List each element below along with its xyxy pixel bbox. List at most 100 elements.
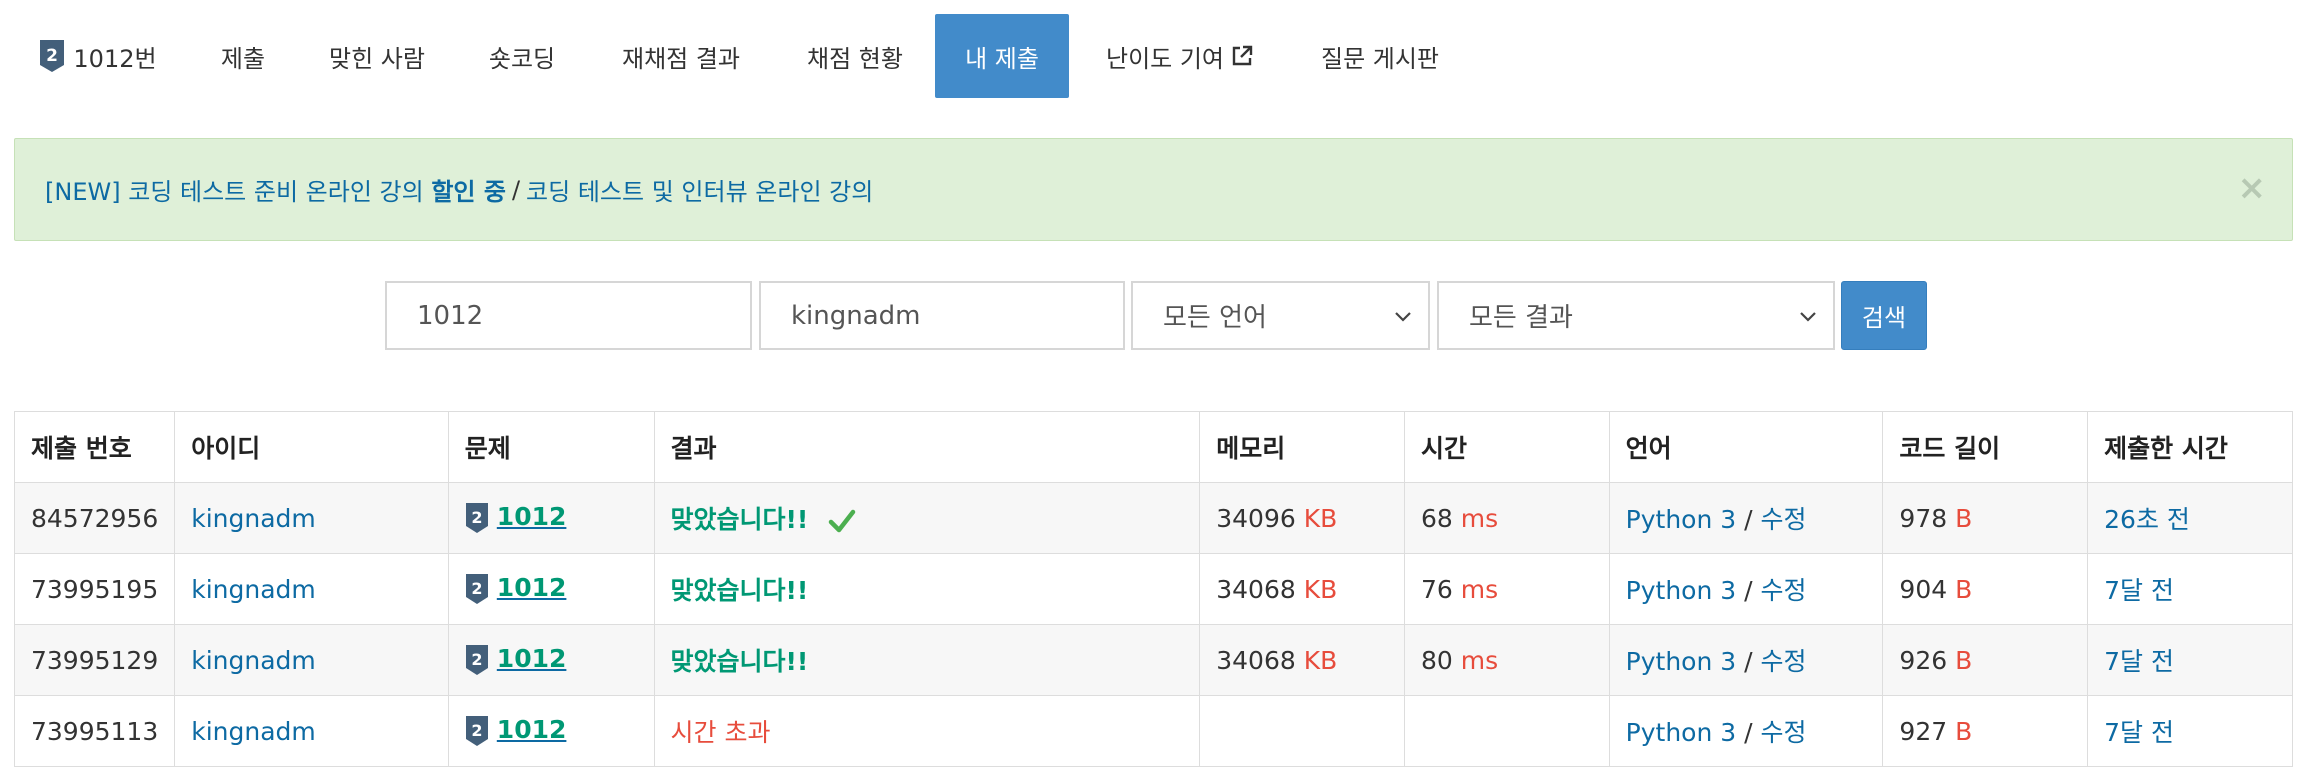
problem-link[interactable]: 2 1012 — [465, 502, 567, 533]
external-link-icon — [1230, 44, 1254, 68]
problem-cell: 2 1012 — [447, 482, 655, 554]
table-row: 73995195 kingnadm 2 1012 맞았습니다!! 34068 KB… — [13, 553, 2293, 625]
submitted-time-link[interactable]: 7달 전 — [2104, 718, 2174, 747]
user-link[interactable]: kingnadm — [191, 504, 316, 533]
time-unit: ms — [1452, 645, 1499, 675]
code-length-value: 926 — [1899, 645, 1948, 675]
table-row: 73995113 kingnadm 2 1012 시간 초과 Python 3 /… — [13, 695, 2293, 767]
user-id-input[interactable]: kingnadm — [759, 281, 1125, 350]
header-submission-id: 제출 번호 — [13, 411, 176, 483]
memory-value: 34068 — [1216, 574, 1296, 604]
problem-number: 1012 — [496, 715, 567, 744]
problem-number: 1012 — [496, 502, 567, 531]
tab-my-submissions[interactable]: 내 제출 — [935, 14, 1069, 98]
time-value: 68 — [1421, 503, 1453, 533]
user-cell: kingnadm — [174, 553, 449, 625]
close-icon[interactable]: × — [2238, 171, 2267, 205]
submitted-time-link[interactable]: 7달 전 — [2104, 576, 2174, 605]
tab-short-coding[interactable]: 숏코딩 — [473, 14, 571, 98]
problem-cell: 2 1012 — [447, 695, 655, 767]
table-body: 84572956 kingnadm 2 1012 맞았습니다!! 34096 KB… — [13, 482, 2293, 767]
header-code-length: 코드 길이 — [1882, 411, 2089, 483]
language-link[interactable]: Python 3 — [1626, 718, 1737, 747]
code-length-unit: B — [1947, 574, 1973, 604]
problem-number: 1012 — [496, 573, 567, 602]
submission-id: 73995113 — [13, 695, 176, 767]
time-value: 76 — [1421, 574, 1453, 604]
memory-unit: KB — [1295, 645, 1338, 675]
memory-value: 34068 — [1216, 645, 1296, 675]
result-cell: 맞았습니다!! — [653, 553, 1201, 625]
memory-cell: 34068 KB — [1199, 624, 1406, 696]
language-link[interactable]: Python 3 — [1626, 576, 1737, 605]
language-link[interactable]: Python 3 — [1626, 505, 1737, 534]
edit-link[interactable]: 수정 — [1761, 576, 1807, 605]
tab-rejudge-results[interactable]: 재채점 결과 — [606, 14, 756, 98]
header-submitted-time: 제출한 시간 — [2087, 411, 2293, 483]
chevron-down-icon — [1797, 305, 1819, 327]
header-user-id: 아이디 — [174, 411, 449, 483]
code-length-cell: 978 B — [1882, 482, 2089, 554]
user-cell: kingnadm — [174, 482, 449, 554]
submitted-time-link[interactable]: 7달 전 — [2104, 647, 2174, 676]
user-link[interactable]: kingnadm — [191, 717, 316, 746]
edit-link[interactable]: 수정 — [1761, 647, 1807, 676]
memory-cell: 34068 KB — [1199, 553, 1406, 625]
memory-cell: 34096 KB — [1199, 482, 1406, 554]
code-length-cell: 904 B — [1882, 553, 2089, 625]
tab-difficulty-label: 난이도 기여 — [1105, 44, 1225, 73]
language-select[interactable]: 모든 언어 — [1131, 281, 1430, 350]
edit-link[interactable]: 수정 — [1761, 718, 1807, 747]
promo-discount-text: 할인 중 — [431, 178, 506, 206]
language-separator: / — [1736, 505, 1761, 534]
code-length-unit: B — [1947, 645, 1973, 675]
problem-link[interactable]: 2 1012 — [465, 715, 567, 747]
submission-id: 73995129 — [13, 624, 176, 696]
submission-id: 84572956 — [13, 482, 176, 554]
time-cell: 80 ms — [1404, 624, 1610, 696]
header-time: 시간 — [1404, 411, 1610, 483]
tab-difficulty-contribution[interactable]: 난이도 기여 — [1092, 14, 1268, 98]
language-separator: / — [1736, 718, 1761, 747]
silver-2-tier-icon: 2 — [39, 39, 65, 73]
result-cell: 시간 초과 — [653, 695, 1201, 767]
promo-link-prep-course[interactable]: [NEW] 코딩 테스트 준비 온라인 강의 할인 중 — [45, 172, 506, 207]
submission-id: 73995195 — [13, 553, 176, 625]
promo-link-interview-course[interactable]: 코딩 테스트 및 인터뷰 온라인 강의 — [526, 172, 873, 207]
problem-link[interactable]: 2 1012 — [465, 573, 567, 604]
tab-solved-users[interactable]: 맞힌 사람 — [312, 14, 442, 98]
code-length-unit: B — [1947, 503, 1973, 533]
result-select[interactable]: 모든 결과 — [1437, 281, 1835, 350]
result-text: 맞았습니다!! — [670, 647, 809, 676]
problem-tab-bar: 2 1012번 제출 맞힌 사람 숏코딩 재채점 결과 채점 현황 내 제출 난… — [0, 0, 2300, 98]
tab-problem-label: 1012번 — [73, 44, 157, 73]
tab-judge-status[interactable]: 채점 현황 — [790, 14, 920, 98]
code-length-value: 927 — [1899, 716, 1948, 746]
user-link[interactable]: kingnadm — [191, 575, 316, 604]
tab-question-board[interactable]: 질문 게시판 — [1300, 14, 1460, 98]
user-link[interactable]: kingnadm — [191, 646, 316, 675]
problem-cell: 2 1012 — [447, 624, 655, 696]
problem-link[interactable]: 2 1012 — [465, 644, 566, 675]
submitted-time-cell: 7달 전 — [2087, 624, 2293, 696]
search-button[interactable]: 검색 — [1841, 281, 1927, 350]
silver-2-tier-icon: 2 — [465, 715, 489, 747]
result-cell: 맞았습니다!! — [653, 624, 1201, 696]
chevron-down-icon — [1392, 305, 1414, 327]
svg-text:2: 2 — [471, 579, 482, 598]
edit-link[interactable]: 수정 — [1761, 505, 1807, 534]
svg-text:2: 2 — [471, 721, 482, 740]
language-link[interactable]: Python 3 — [1626, 647, 1737, 676]
result-select-value: 모든 결과 — [1469, 303, 1573, 333]
problem-id-input[interactable]: 1012 — [385, 281, 752, 350]
tab-problem[interactable]: 2 1012번 — [28, 14, 168, 98]
status-search-form: 1012 kingnadm 모든 언어 모든 결과 검색 — [0, 281, 2300, 351]
tab-submit[interactable]: 제출 — [205, 14, 281, 98]
submitted-time-link[interactable]: 26초 전 — [2104, 505, 2190, 534]
memory-unit: KB — [1295, 574, 1338, 604]
time-value: 80 — [1421, 645, 1453, 675]
submission-status-table: 제출 번호 아이디 문제 결과 메모리 시간 언어 코드 길이 제출한 시간 8… — [13, 411, 2293, 767]
checkmark-icon — [828, 507, 856, 535]
result-text: 시간 초과 — [670, 718, 771, 747]
code-length-cell: 927 B — [1882, 695, 2089, 767]
